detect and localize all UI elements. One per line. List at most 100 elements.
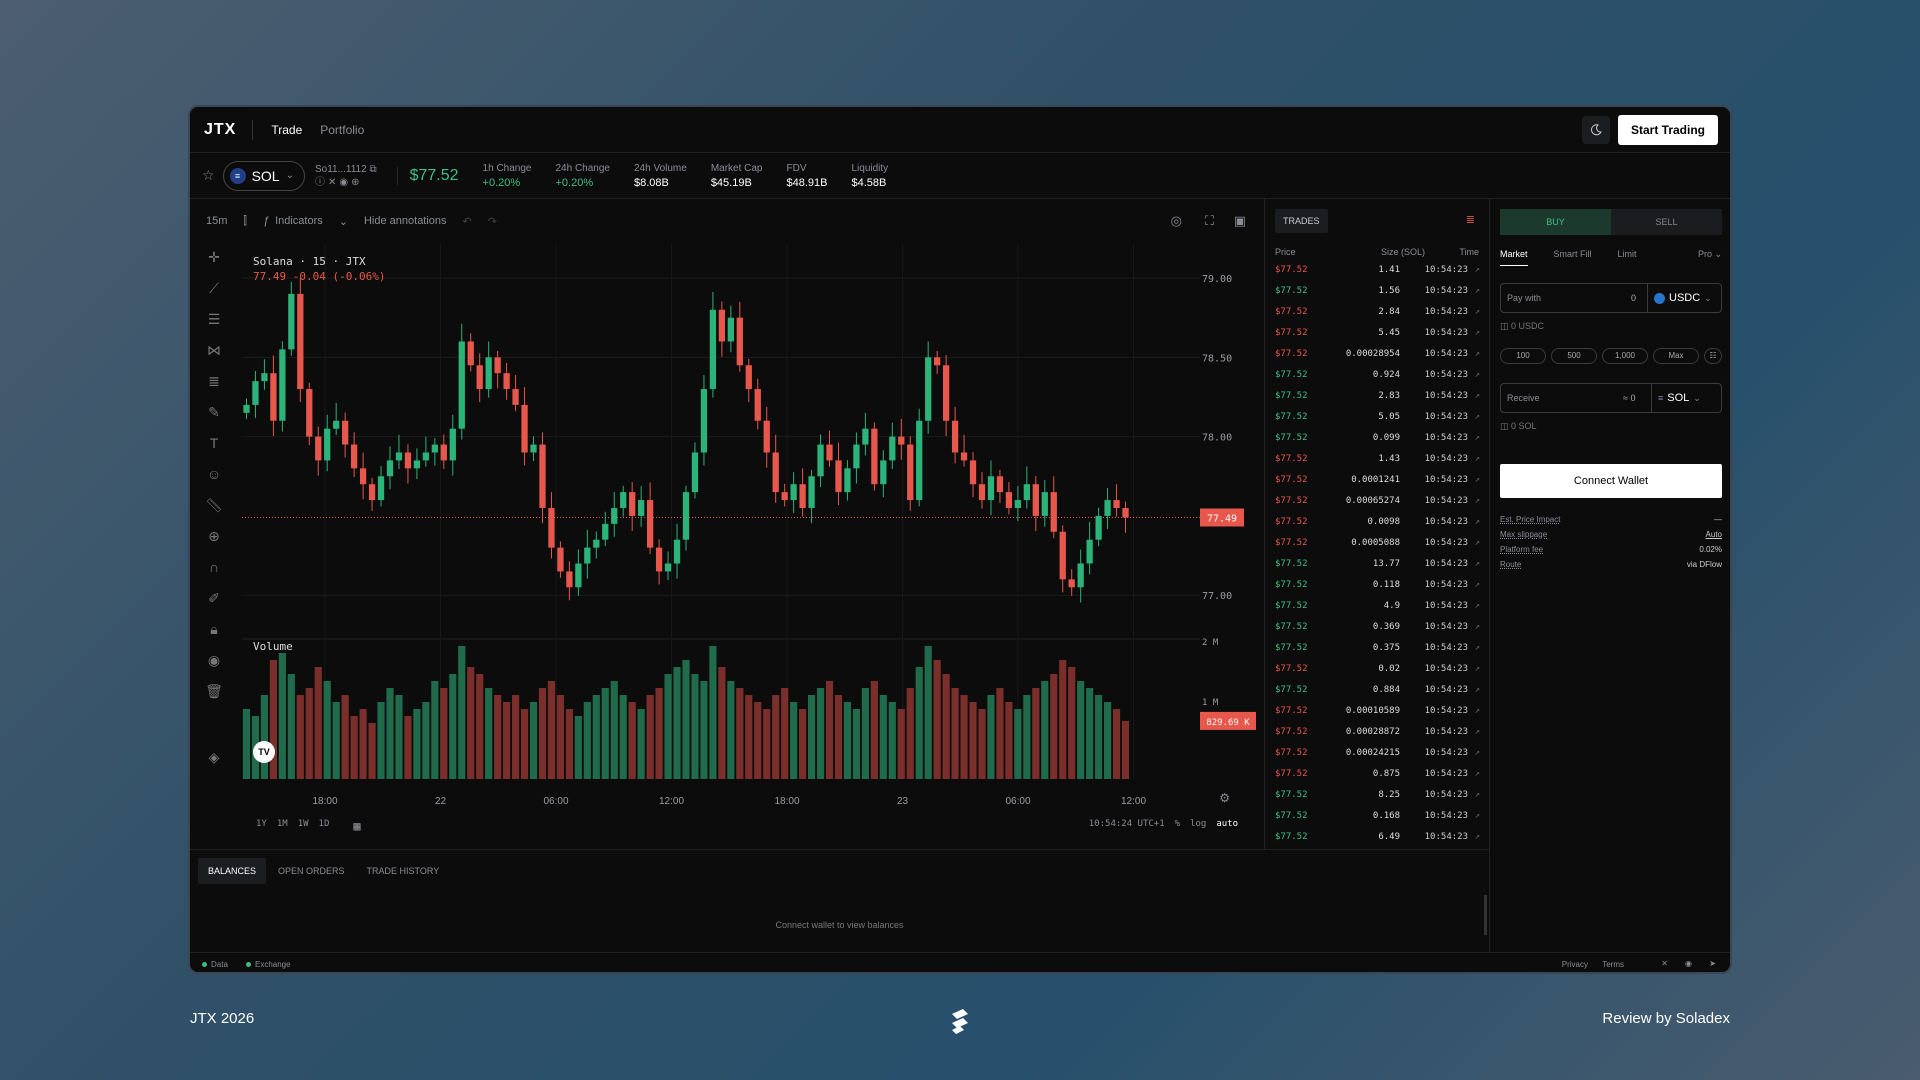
trade-row[interactable]: $77.52 1.43 10:54:23 ↗ [1265,450,1490,470]
buy-tab[interactable]: BUY [1500,209,1611,235]
trade-row[interactable]: $77.52 13.77 10:54:23 ↗ [1265,555,1490,575]
terms-link[interactable]: Terms [1602,960,1624,969]
tab-limit[interactable]: Limit [1618,249,1637,266]
auto-toggle[interactable]: auto [1216,819,1238,829]
trade-row[interactable]: $77.52 0.875 10:54:23 ↗ [1265,765,1490,785]
trade-row[interactable]: $77.52 0.0001241 10:54:23 ↗ [1265,471,1490,491]
globe-icon[interactable]: ⊕ [351,177,362,188]
tradingview-logo[interactable]: TV [253,741,275,763]
external-link-icon[interactable]: ↗ [1475,601,1480,611]
external-link-icon[interactable]: ↗ [1475,328,1480,338]
info-icon[interactable]: ⓘ [315,177,328,188]
pay-token-selector[interactable]: USDC ⌄ [1647,284,1721,312]
external-link-icon[interactable]: ↗ [1475,265,1480,275]
external-link-icon[interactable]: ↗ [1475,433,1480,443]
discord-icon[interactable]: ◉ [1685,959,1692,968]
trade-row[interactable]: $77.52 0.0005088 10:54:23 ↗ [1265,534,1490,554]
external-link-icon[interactable]: ↗ [1475,643,1480,653]
external-link-icon[interactable]: ↗ [1475,790,1480,800]
trade-row[interactable]: $77.52 4.9 10:54:23 ↗ [1265,597,1490,617]
tab-open-orders[interactable]: OPEN ORDERS [268,858,355,884]
external-link-icon[interactable]: ↗ [1475,496,1480,506]
receive-token-selector[interactable]: ≡ SOL ⌄ [1651,384,1721,412]
quick-max[interactable]: Max [1653,348,1699,364]
x-icon[interactable]: ✕ [328,177,339,188]
trade-row[interactable]: $77.52 0.924 10:54:23 ↗ [1265,366,1490,386]
external-link-icon[interactable]: ↗ [1475,706,1480,716]
tab-pro[interactable]: Pro ⌄ [1698,249,1722,266]
scrollbar[interactable] [1484,895,1487,935]
trade-row[interactable]: $77.52 1.41 10:54:23 ↗ [1265,261,1490,281]
pay-with-field[interactable]: Pay with 0 USDC ⌄ [1500,283,1722,313]
quick-100[interactable]: 100 [1500,348,1546,364]
token-selector[interactable]: ≡ SOL ⌄ [222,160,305,191]
external-link-icon[interactable]: ↗ [1475,517,1480,527]
receive-field[interactable]: Receive ≈ 0 ≡ SOL ⌄ [1500,383,1722,413]
trade-row[interactable]: $77.52 0.00010589 10:54:23 ↗ [1265,702,1490,722]
calendar-icon[interactable]: ▦ [353,819,360,833]
trade-row[interactable]: $77.52 0.02 10:54:23 ↗ [1265,660,1490,680]
trade-row[interactable]: $77.52 2.84 10:54:23 ↗ [1265,303,1490,323]
trade-row[interactable]: $77.52 0.00028872 10:54:23 ↗ [1265,723,1490,743]
x-icon[interactable]: ✕ [1661,959,1668,968]
tab-market[interactable]: Market [1500,249,1528,266]
privacy-link[interactable]: Privacy [1562,960,1588,969]
nav-portfolio[interactable]: Portfolio [320,123,364,137]
token-address[interactable]: So11...1112 [315,164,367,175]
quick-500[interactable]: 500 [1551,348,1597,364]
range-1d[interactable]: 1D [319,819,330,833]
trade-row[interactable]: $77.52 8.25 10:54:23 ↗ [1265,786,1490,806]
external-link-icon[interactable]: ↗ [1475,622,1480,632]
trade-row[interactable]: $77.52 0.099 10:54:23 ↗ [1265,429,1490,449]
quick-1000[interactable]: 1,000 [1602,348,1648,364]
external-link-icon[interactable]: ↗ [1475,664,1480,674]
start-trading-button[interactable]: Start Trading [1617,115,1718,145]
list-icon[interactable]: ≣ [1466,213,1475,226]
tab-balances[interactable]: BALANCES [198,858,267,884]
external-link-icon[interactable]: ↗ [1475,811,1480,821]
trade-row[interactable]: $77.52 0.369 10:54:23 ↗ [1265,618,1490,638]
external-link-icon[interactable]: ↗ [1475,538,1480,548]
external-link-icon[interactable]: ↗ [1475,475,1480,485]
external-link-icon[interactable]: ↗ [1475,748,1480,758]
trade-row[interactable]: $77.52 1.56 10:54:23 ↗ [1265,282,1490,302]
external-link-icon[interactable]: ↗ [1475,391,1480,401]
range-1w[interactable]: 1W [298,819,309,833]
percent-toggle[interactable]: % [1175,819,1180,829]
trade-row[interactable]: $77.52 0.00028954 10:54:23 ↗ [1265,345,1490,365]
range-1m[interactable]: 1M [277,819,288,833]
star-icon[interactable]: ☆ [202,167,215,184]
trade-row[interactable]: $77.52 0.375 10:54:23 ↗ [1265,639,1490,659]
pay-amount-input[interactable]: 0 [1631,293,1636,303]
price-chart[interactable]: 79.0078.5078.0077.002 M1 M77.49829.69 K … [190,199,1265,849]
trade-row[interactable]: $77.52 5.45 10:54:23 ↗ [1265,324,1490,344]
copy-icon[interactable]: ⧉ [369,164,376,175]
trade-row[interactable]: $77.52 2.83 10:54:23 ↗ [1265,387,1490,407]
trade-row[interactable]: $77.52 0.884 10:54:23 ↗ [1265,681,1490,701]
tab-trades[interactable]: TRADES [1275,209,1328,233]
external-link-icon[interactable]: ↗ [1475,349,1480,359]
app-logo[interactable]: JTX [204,119,254,140]
log-toggle[interactable]: log [1190,819,1206,829]
trade-row[interactable]: $77.52 0.0098 10:54:23 ↗ [1265,513,1490,533]
external-link-icon[interactable]: ↗ [1475,559,1480,569]
external-link-icon[interactable]: ↗ [1475,727,1480,737]
nav-trade[interactable]: Trade [271,123,302,137]
trade-row[interactable]: $77.52 0.168 10:54:23 ↗ [1265,807,1490,827]
external-link-icon[interactable]: ↗ [1475,370,1480,380]
trade-row[interactable]: $77.52 0.00024215 10:54:23 ↗ [1265,744,1490,764]
col-size[interactable]: Size (SOL) [1335,247,1425,257]
external-link-icon[interactable]: ↗ [1475,286,1480,296]
trade-row[interactable]: $77.52 0.00065274 10:54:23 ↗ [1265,492,1490,512]
telegram-icon[interactable]: ➤ [1709,959,1716,968]
trade-row[interactable]: $77.52 6.49 10:54:23 ↗ [1265,828,1490,848]
trade-row[interactable]: $77.52 0.118 10:54:23 ↗ [1265,576,1490,596]
external-link-icon[interactable]: ↗ [1475,769,1480,779]
tab-trade-history[interactable]: TRADE HISTORY [357,858,450,884]
external-link-icon[interactable]: ↗ [1475,685,1480,695]
external-link-icon[interactable]: ↗ [1475,307,1480,317]
scale-settings-icon[interactable]: ⚙ [1219,791,1230,805]
connect-wallet-button[interactable]: Connect Wallet [1500,464,1722,498]
trade-row[interactable]: $77.52 5.05 10:54:23 ↗ [1265,408,1490,428]
slippage-value[interactable]: Auto [1706,530,1722,539]
